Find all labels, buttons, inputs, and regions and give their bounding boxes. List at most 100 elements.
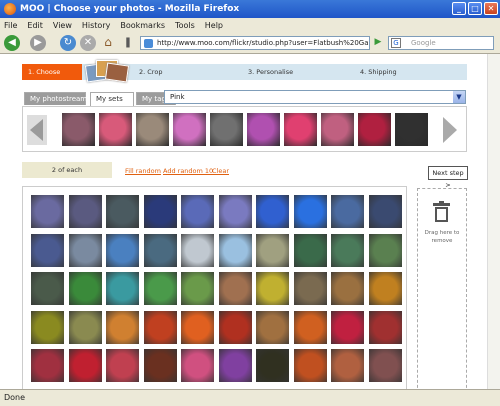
grid-photo[interactable] <box>293 233 327 267</box>
navigation-toolbar: ◀ ▶ ↻ ✕ ⌂ ❚ http://www.moo.com/flickr/st… <box>0 32 500 54</box>
grid-photo[interactable] <box>143 272 177 305</box>
grid-photo[interactable] <box>68 272 102 305</box>
grid-photo[interactable] <box>106 195 139 228</box>
moo-site-icon[interactable]: ❚ <box>120 35 136 51</box>
photo-grid <box>22 186 407 389</box>
firefox-icon <box>4 3 16 15</box>
grid-photo[interactable] <box>368 233 402 267</box>
grid-photo[interactable] <box>293 349 327 382</box>
grid-photo[interactable] <box>106 233 139 267</box>
tab-my-sets[interactable]: My sets <box>90 92 134 106</box>
carousel-photo[interactable] <box>358 113 391 146</box>
grid-photo[interactable] <box>331 272 364 305</box>
set-select[interactable]: Pink ▼ <box>164 90 466 104</box>
forward-icon[interactable]: ▶ <box>30 35 46 51</box>
set-select-value: Pink <box>170 93 185 101</box>
carousel-photo[interactable] <box>284 113 317 146</box>
grid-photo[interactable] <box>181 195 214 228</box>
next-step-button[interactable]: Next step > <box>428 166 468 189</box>
grid-photo[interactable] <box>31 272 64 305</box>
back-icon[interactable]: ◀ <box>4 35 20 51</box>
grid-photo[interactable] <box>331 310 364 344</box>
carousel-photo[interactable] <box>173 113 206 146</box>
grid-photo[interactable] <box>68 349 102 382</box>
grid-photo[interactable] <box>181 233 214 267</box>
grid-photo[interactable] <box>293 272 327 305</box>
grid-photo[interactable] <box>143 349 177 382</box>
grid-photo[interactable] <box>218 310 252 344</box>
grid-photo[interactable] <box>181 349 214 382</box>
add-random-link[interactable]: Add random 10 <box>163 167 213 175</box>
close-button[interactable]: ✕ <box>484 2 498 15</box>
menu-view[interactable]: View <box>53 21 72 30</box>
carousel-next-button[interactable] <box>440 115 460 145</box>
menu-bookmarks[interactable]: Bookmarks <box>120 21 165 30</box>
grid-photo[interactable] <box>68 233 102 267</box>
grid-photo[interactable] <box>31 233 64 267</box>
grid-photo[interactable] <box>256 272 289 305</box>
grid-photo[interactable] <box>181 310 214 344</box>
grid-photo[interactable] <box>68 195 102 228</box>
grid-photo[interactable] <box>106 272 139 305</box>
carousel-photo[interactable] <box>136 113 169 146</box>
arrow-left-icon <box>30 119 43 141</box>
grid-photo[interactable] <box>143 233 177 267</box>
home-icon[interactable]: ⌂ <box>100 35 116 51</box>
grid-photo[interactable] <box>368 272 402 305</box>
carousel-photo[interactable] <box>247 113 280 146</box>
menu-edit[interactable]: Edit <box>27 21 43 30</box>
carousel-photo[interactable] <box>62 113 95 146</box>
window-title: MOO | Choose your photos - Mozilla Firef… <box>20 4 240 14</box>
grid-photo[interactable] <box>143 310 177 344</box>
menu-bar: File Edit View History Bookmarks Tools H… <box>0 18 500 32</box>
reload-icon[interactable]: ↻ <box>60 35 76 51</box>
carousel-photo[interactable] <box>321 113 354 146</box>
grid-photo[interactable] <box>218 195 252 228</box>
grid-photo[interactable] <box>256 349 289 382</box>
menu-help[interactable]: Help <box>205 21 223 30</box>
remove-drop-zone[interactable]: Drag here to remove <box>417 188 467 389</box>
stop-icon[interactable]: ✕ <box>80 35 96 51</box>
carousel-photo[interactable] <box>210 113 243 146</box>
grid-photo[interactable] <box>218 272 252 305</box>
carousel-photo[interactable] <box>99 113 132 146</box>
vertical-scrollbar[interactable] <box>487 54 500 389</box>
grid-photo[interactable] <box>256 233 289 267</box>
grid-photo[interactable] <box>293 310 327 344</box>
maximize-button[interactable]: □ <box>468 2 482 15</box>
step-choose[interactable]: 1. Choose <box>22 64 82 80</box>
grid-photo[interactable] <box>331 349 364 382</box>
grid-photo[interactable] <box>331 195 364 228</box>
grid-photo[interactable] <box>106 349 139 382</box>
clear-link[interactable]: Clear <box>212 167 229 175</box>
grid-photo[interactable] <box>181 272 214 305</box>
grid-photo[interactable] <box>31 349 64 382</box>
grid-photo[interactable] <box>143 195 177 228</box>
grid-photo[interactable] <box>256 195 289 228</box>
go-icon[interactable]: ▶ <box>372 36 384 48</box>
grid-photo[interactable] <box>31 310 64 344</box>
search-box[interactable]: G Google <box>388 36 494 50</box>
grid-photo[interactable] <box>331 233 364 267</box>
minimize-button[interactable]: _ <box>452 2 466 15</box>
grid-photo[interactable] <box>368 310 402 344</box>
menu-history[interactable]: History <box>82 21 110 30</box>
menu-tools[interactable]: Tools <box>175 21 195 30</box>
menu-file[interactable]: File <box>4 21 17 30</box>
grid-photo[interactable] <box>293 195 327 228</box>
grid-photo[interactable] <box>218 233 252 267</box>
grid-photo[interactable] <box>31 195 64 228</box>
carousel-photo[interactable] <box>395 113 428 146</box>
fill-random-link[interactable]: Fill random <box>125 167 161 175</box>
carousel-prev-button[interactable] <box>27 115 47 145</box>
grid-photo[interactable] <box>68 310 102 344</box>
address-bar[interactable]: http://www.moo.com/flickr/studio.php?use… <box>140 36 370 50</box>
grid-photo[interactable] <box>256 310 289 344</box>
grid-photo[interactable] <box>106 310 139 344</box>
grid-photo[interactable] <box>368 349 402 382</box>
grid-photo[interactable] <box>368 195 402 228</box>
tab-my-photostream[interactable]: My photostream <box>24 92 87 105</box>
grid-photo[interactable] <box>218 349 252 382</box>
page-content: 1. Choose 2. Crop 3. Personalise 4. Ship… <box>0 54 500 389</box>
chevron-down-icon[interactable]: ▼ <box>453 91 465 103</box>
